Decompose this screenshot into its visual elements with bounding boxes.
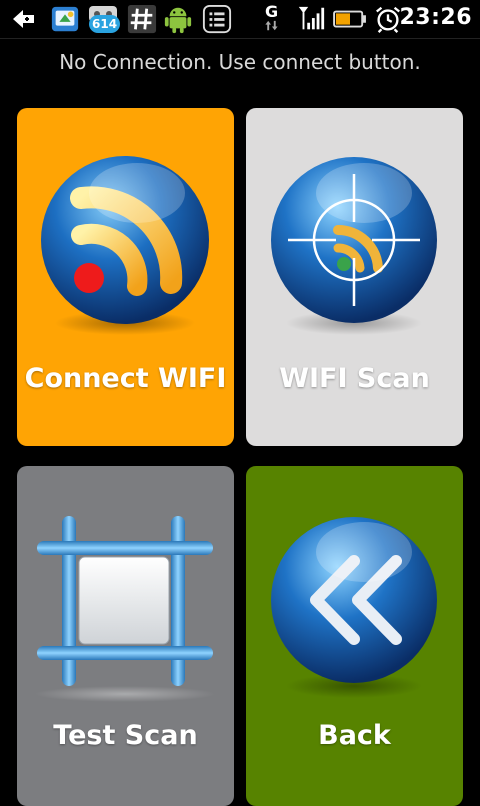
notification-badge: 614 [89,15,121,33]
clock: 23:26 [399,5,472,30]
back-button[interactable]: Back [246,466,463,806]
test-scan-label: Test Scan [53,720,198,751]
battery-icon [333,10,366,28]
network-type-label: G [265,2,279,21]
wifi-scan-label: WIFI Scan [279,363,430,394]
connection-status-message: No Connection. Use connect button. [59,50,421,74]
test-scan-button[interactable]: Test Scan [17,466,234,806]
connect-wifi-button[interactable]: Connect WIFI [17,108,234,446]
signal-icon [298,6,325,30]
list-icon[interactable] [201,4,233,34]
wifi-scan-button[interactable]: WIFI Scan [246,108,463,446]
status-bar: 614 G 23:26 [0,0,480,39]
connect-wifi-label: Connect WIFI [24,363,227,394]
hash-icon[interactable] [126,4,158,34]
double-chevron-left-icon [271,517,437,698]
rss-wifi-icon [41,156,209,335]
frame-icon [35,516,215,702]
back-label: Back [318,720,391,751]
android-icon[interactable] [163,4,193,34]
crosshair-wifi-icon [271,157,437,335]
back-arrow-icon[interactable] [10,4,40,34]
app-update-icon[interactable] [49,4,81,34]
